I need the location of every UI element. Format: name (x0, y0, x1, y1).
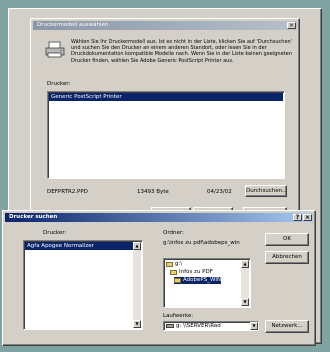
ppd-file-name: DEFPRTR2.PPD (47, 189, 88, 195)
folder-open-icon (166, 262, 173, 267)
search-dialog-titlebar[interactable]: Drucker suchen ? × (5, 213, 313, 222)
select-dialog-titlebar[interactable]: Druckermodell auswählen × (33, 21, 297, 30)
close-icon[interactable]: × (287, 22, 296, 29)
help-icon[interactable]: ? (293, 214, 302, 221)
intro-text: Wählen Sie Ihr Druckermodell aus. Ist es… (71, 39, 293, 64)
chevron-down-icon[interactable]: ▼ (250, 322, 258, 330)
folder-path: g:\infos zu pdf\adobeps_win (163, 240, 240, 246)
driver-list-label: Drucker: (43, 230, 67, 236)
browse-button[interactable]: Durchsuchen... (245, 185, 287, 197)
close-icon[interactable]: × (303, 214, 312, 221)
drive-select[interactable]: g: \\SERVER\Rad ▼ (163, 321, 259, 331)
folder-tree-scrollbar[interactable]: ▲ ▼ (241, 260, 249, 306)
tree-item-infos[interactable]: Infos zu PDF (170, 269, 213, 276)
tree-item-drive[interactable]: g:\ (166, 261, 182, 268)
drive-select-value: g: \\SERVER\Rad (176, 323, 221, 329)
scroll-down-icon[interactable]: ▼ (241, 298, 249, 306)
search-printer-dialog: Drucker suchen ? × Drucker: Agfa Apogee … (2, 210, 316, 346)
folder-open-icon (170, 270, 177, 275)
folder-open-icon (174, 278, 181, 283)
driver-list-scrollbar[interactable]: ▲ ▼ (133, 242, 141, 328)
network-drive-icon (166, 324, 174, 328)
printer-list-label: Drucker: (47, 81, 71, 87)
drive-label: Laufwerke: (163, 313, 194, 319)
printer-list[interactable]: Generic PostScript Printer (47, 91, 285, 179)
driver-list-item[interactable]: Agfa Apogee Normalizer (25, 242, 133, 250)
scroll-up-icon[interactable]: ▲ (241, 260, 249, 268)
scroll-up-icon[interactable]: ▲ (133, 242, 141, 250)
select-dialog-title: Druckermodell auswählen (37, 22, 109, 28)
folder-tree[interactable]: g:\ Infos zu PDF AdobePS_WIN ▲ ▼ (163, 258, 251, 308)
tree-item-adobeps[interactable]: AdobePS_WIN (174, 277, 222, 284)
ok-button[interactable]: OK (265, 233, 309, 246)
select-printer-dialog: Druckermodell auswählen × Wählen Sie Ihr… (30, 18, 300, 223)
driver-list[interactable]: Agfa Apogee Normalizer ▲ ▼ (23, 240, 143, 330)
network-button[interactable]: Netzwerk... (265, 320, 309, 333)
printer-list-item[interactable]: Generic PostScript Printer (49, 93, 283, 101)
printer-icon (45, 41, 65, 58)
scroll-down-icon[interactable]: ▼ (133, 320, 141, 328)
ppd-file-date: 04/23/02 (207, 189, 232, 195)
search-dialog-title: Drucker suchen (9, 214, 58, 220)
ppd-file-size: 13493 Byte (137, 189, 169, 195)
cancel-button[interactable]: Abbrechen (265, 251, 309, 264)
folder-label: Ordner: (163, 230, 184, 236)
